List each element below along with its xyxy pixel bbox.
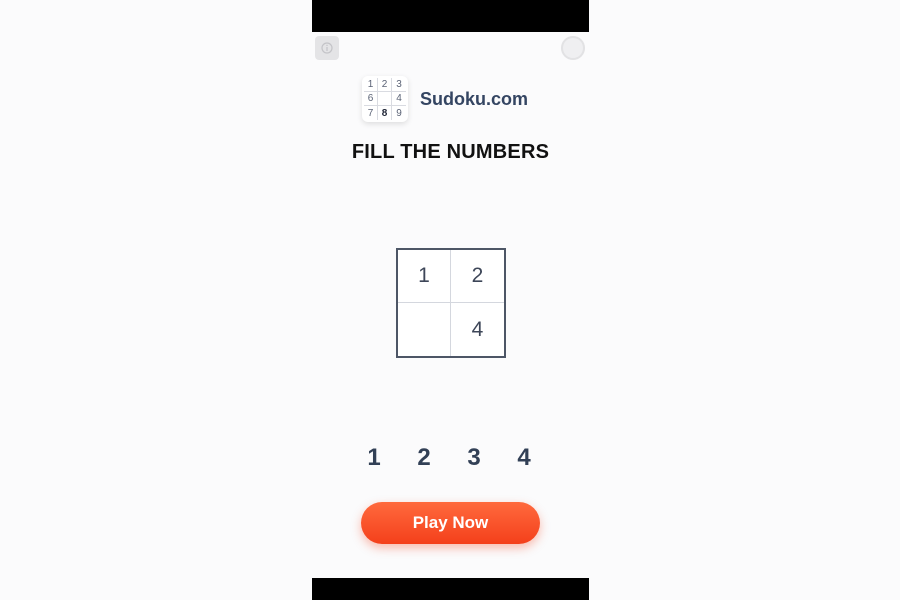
brand-name: Sudoku.com [420, 88, 529, 109]
logo-digit: 2 [378, 78, 392, 92]
number-key-3[interactable]: 3 [449, 444, 499, 472]
puzzle-cell[interactable]: 1 [398, 250, 451, 303]
letterbox-bottom [312, 578, 589, 600]
brand-header: 1 2 3 6 4 7 8 9 Sudoku.com [362, 76, 528, 122]
logo-digit: 3 [392, 78, 406, 92]
puzzle-cell[interactable]: 4 [451, 303, 504, 356]
ad-info-glyph [321, 42, 333, 54]
logo-digit: 7 [364, 106, 378, 120]
number-key-1[interactable]: 1 [349, 444, 399, 472]
logo-icon: 1 2 3 6 4 7 8 9 [362, 76, 408, 122]
close-icon[interactable] [561, 36, 585, 60]
number-key-2[interactable]: 2 [399, 444, 449, 472]
logo-digit: 8 [378, 106, 392, 120]
letterbox-top [312, 0, 589, 32]
logo-digit: 6 [364, 92, 378, 106]
number-key-4[interactable]: 4 [499, 444, 549, 472]
puzzle-cell-empty[interactable] [398, 303, 451, 356]
logo-digit: 9 [396, 107, 402, 119]
play-now-button[interactable]: Play Now [361, 502, 540, 544]
puzzle-cell[interactable]: 2 [451, 250, 504, 303]
headline: FILL THE NUMBERS [351, 141, 550, 163]
ad-stage: 1 2 3 6 4 7 8 9 Sudoku.com FILL THE NUMB… [0, 0, 900, 600]
logo-digit: 4 [392, 92, 406, 106]
ad-info-icon[interactable] [315, 36, 339, 60]
number-pad: 1 2 3 4 [349, 444, 549, 472]
logo-digit [378, 92, 392, 106]
puzzle-grid: 1 2 4 [396, 248, 506, 358]
logo-digit: 1 [364, 78, 378, 92]
